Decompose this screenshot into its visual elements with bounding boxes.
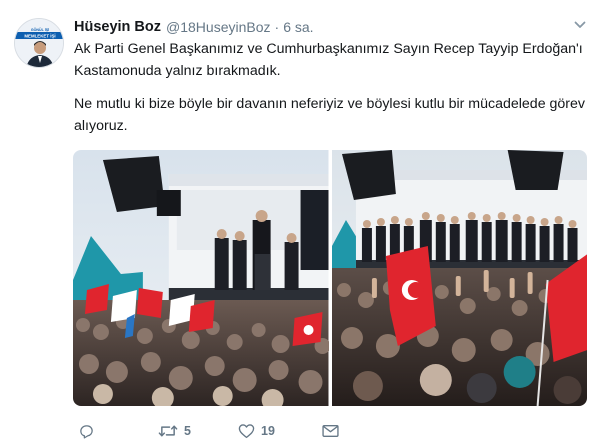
tweet-actions: 5 19 — [74, 420, 374, 442]
reply-button[interactable] — [78, 423, 101, 440]
like-count: 19 — [261, 424, 275, 438]
avatar[interactable]: MEMLEKET İŞİ GÖNÜL İŞİ — [14, 18, 64, 68]
photo-image — [73, 150, 329, 406]
rally-photo-2[interactable] — [331, 150, 587, 406]
timestamp[interactable]: 6 sa. — [283, 19, 313, 35]
svg-text:GÖNÜL İŞİ: GÖNÜL İŞİ — [31, 27, 49, 32]
retweet-button[interactable]: 5 — [158, 423, 191, 439]
media-grid — [73, 150, 587, 406]
chevron-down-icon[interactable] — [573, 18, 587, 32]
photo-image — [331, 150, 587, 406]
retweet-icon — [158, 425, 178, 437]
user-handle[interactable]: @18HuseyinBoz — [166, 19, 271, 35]
display-name[interactable]: Hüseyin Boz — [74, 19, 161, 35]
retweet-count: 5 — [184, 424, 191, 438]
like-button[interactable]: 19 — [238, 423, 275, 439]
tweet-text: Ak Parti Genel Başkanımız ve Cumhurbaşka… — [74, 38, 586, 137]
tweet: MEMLEKET İŞİ GÖNÜL İŞİ Hüseyin Boz @18Hu… — [0, 0, 600, 446]
tweet-paragraph: Ne mutlu ki bize böyle bir davanın nefer… — [74, 96, 586, 134]
svg-text:MEMLEKET İŞİ: MEMLEKET İŞİ — [24, 34, 55, 39]
envelope-icon — [322, 425, 339, 437]
tweet-header: Hüseyin Boz @18HuseyinBoz · 6 sa. — [74, 17, 314, 37]
direct-message-button[interactable] — [322, 424, 339, 438]
tweet-paragraph: Ak Parti Genel Başkanımız ve Cumhurbaşka… — [74, 41, 583, 79]
rally-photo-1[interactable] — [73, 150, 329, 406]
avatar-image: MEMLEKET İŞİ GÖNÜL İŞİ — [15, 19, 63, 67]
reply-icon — [80, 424, 93, 439]
heart-icon — [238, 424, 255, 439]
separator-dot: · — [274, 19, 280, 35]
